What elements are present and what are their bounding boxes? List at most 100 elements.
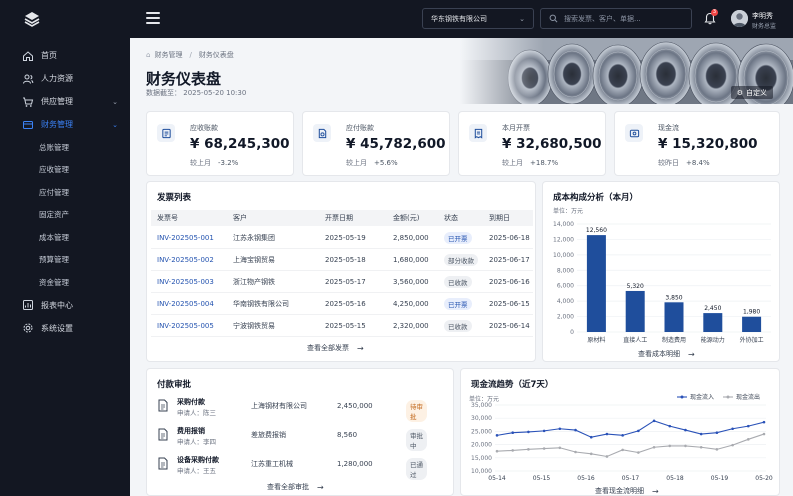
invoice-no-cell[interactable]: INV-202505-001 (157, 227, 214, 248)
topbar: 华东钢铁有限公司 ⌄ 搜索发票、客户、单据... 3 李明秀 财务总监 (130, 0, 793, 38)
company-select[interactable]: 华东钢铁有限公司 ⌄ (422, 8, 534, 29)
bar (742, 316, 762, 332)
logo-icon (24, 12, 40, 27)
invoice-no-cell[interactable]: INV-202505-003 (157, 271, 214, 292)
series-point (511, 431, 515, 435)
finance-icon (22, 119, 34, 131)
approval-row[interactable]: 费用报销 申请人：李四 差旅费报销 8,560 审批中 (157, 423, 427, 452)
invoice-no-cell[interactable]: INV-202505-002 (157, 249, 214, 270)
menu-icon[interactable] (146, 12, 160, 24)
document-icon (158, 399, 168, 412)
payable-icon (313, 124, 331, 142)
sidebar-sub-fixed-assets[interactable]: 固定资产 (0, 204, 130, 227)
view-cost-detail-link[interactable]: 查看成本明细 → (638, 349, 695, 359)
col-header: 金额(元) (393, 214, 420, 222)
kpi-label: 应付账款 (346, 124, 374, 132)
arrow-right-icon: → (652, 486, 659, 496)
home-small-icon: ⌂ (146, 51, 151, 59)
table-row[interactable]: INV-202505-003 浙江物产钢铁 2025-05-17 3,560,000 已… (151, 271, 533, 293)
cashflow-panel: 现金流趋势（近7天） 单位：万元 10,000 15,000 20,000 25,000… (460, 368, 780, 496)
view-all-approvals-link[interactable]: 查看全部审批 → (267, 482, 324, 492)
status-badge: 已收款 (444, 275, 472, 288)
search-input[interactable]: 搜索发票、客户、单据... (540, 8, 692, 29)
report-icon (22, 299, 34, 311)
invoice-date-cell: 2025-05-18 (325, 255, 366, 264)
sidebar-sub-payable[interactable]: 应付管理 (0, 181, 130, 204)
sidebar-sub-receivable[interactable]: 应收管理 (0, 159, 130, 182)
approval-requester: 申请人：王五 (177, 467, 216, 475)
invoice-amount-cell: 2,850,000 (393, 233, 429, 242)
approval-amount: 2,450,000 (337, 402, 373, 410)
sidebar-item-home[interactable]: 首页 (0, 44, 130, 67)
col-header: 开票日期 (325, 214, 353, 222)
sidebar-sub-funds[interactable]: 资金管理 (0, 271, 130, 294)
breadcrumb-item-finance[interactable]: 财务管理 (154, 50, 182, 60)
sidebar-item-label: 报表中心 (41, 300, 73, 310)
table-row[interactable]: INV-202505-001 江苏永钢集团 2025-05-19 2,850,000 已… (151, 227, 533, 249)
sidebar-sub-budget[interactable]: 预算管理 (0, 249, 130, 272)
sidebar-sub-cost[interactable]: 成本管理 (0, 226, 130, 249)
status-cell: 已收款 (444, 315, 472, 336)
series-point (684, 444, 687, 448)
x-tick-label: 外协加工 (740, 336, 764, 344)
series-point (589, 435, 593, 439)
sidebar-item-hr[interactable]: 人力资源 (0, 67, 130, 90)
logo[interactable] (0, 0, 130, 38)
invoice-no-cell[interactable]: INV-202505-004 (157, 293, 214, 314)
table-row[interactable]: INV-202505-005 宁波钢铁贸易 2025-05-15 2,320,000 已… (151, 315, 533, 337)
invoice-no-cell[interactable]: INV-202505-005 (157, 315, 214, 336)
table-row[interactable]: INV-202505-002 上海宝钢贸易 2025-05-18 1,680,000 部… (151, 249, 533, 271)
sidebar-item-supply[interactable]: 供应管理 ⌄ (0, 90, 130, 113)
bar-data-label: 12,560 (586, 227, 607, 234)
sidebar-item-label: 首页 (41, 51, 57, 60)
series-point (558, 427, 562, 431)
series-line (496, 420, 765, 438)
kpi-change: 较昨日 +8.4% (658, 158, 710, 168)
invoice-date-cell: 2025-05-17 (325, 277, 366, 286)
arrow-right-icon: → (688, 349, 695, 359)
bar (625, 290, 645, 332)
user-name[interactable]: 李明秀 (752, 11, 773, 21)
view-all-invoices-link[interactable]: 查看全部发票 → (307, 343, 364, 353)
sidebar-sub-ledger[interactable]: 总账管理 (0, 136, 130, 159)
customize-button[interactable]: ⚙ 自定义 (730, 86, 773, 99)
bar-data-label: 5,320 (627, 283, 644, 290)
series-point (715, 431, 719, 435)
legend-label: 现金流入 (690, 393, 714, 401)
approval-company: 差旅费报销 (251, 431, 286, 439)
data-timestamp: 数据截至： 2025-05-20 10:30 (146, 88, 246, 98)
sidebar-item-label: 人力资源 (41, 74, 73, 83)
kpi-change: 较上月 -3.2% (190, 158, 238, 168)
approval-row[interactable]: 采购付款 申请人：陈三 上海钢材有限公司 2,450,000 待审批 (157, 394, 427, 423)
x-tick-label: 能源动力 (701, 336, 725, 344)
breadcrumb: ⌂ 财务管理 / 财务仪表盘 (146, 50, 234, 60)
invoice-customer-cell: 江苏永钢集团 (233, 233, 275, 242)
kpi-card-receivable[interactable]: 应收账款 ¥ 68,245,300 较上月 -3.2% (146, 111, 294, 176)
sidebar-item-settings[interactable]: 系统设置 (0, 317, 130, 340)
col-header: 到期日 (489, 214, 510, 222)
table-row[interactable]: INV-202505-004 华南钢铁有限公司 2025-05-16 4,250,00… (151, 293, 533, 315)
sidebar-item-finance[interactable]: 财务管理 ⌄ (0, 113, 130, 136)
invoice-customer-cell: 浙江物产钢铁 (233, 277, 275, 286)
sidebar-item-label: 财务管理 (41, 120, 73, 129)
kpi-card-invoiced[interactable]: 本月开票 ¥ 32,680,500 较上月 +18.7% (458, 111, 606, 176)
approval-row[interactable]: 设备采购付款 申请人：王五 江苏重工机械 1,280,000 已通过 (157, 452, 427, 481)
series-point (762, 432, 766, 436)
series-point (699, 445, 703, 449)
invoice-due-cell: 2025-06-17 (489, 255, 530, 264)
kpi-label: 现金流 (658, 124, 679, 132)
cost-panel-title: 成本构成分析（本月） (553, 193, 639, 203)
arrow-right-icon: → (317, 482, 324, 492)
invoice-due-cell: 2025-06-16 (489, 277, 530, 286)
view-cashflow-detail-link[interactable]: 查看现金流明细 → (595, 486, 659, 496)
kpi-card-cashflow[interactable]: 现金流 ¥ 15,320,800 较昨日 +8.4% (614, 111, 780, 176)
avatar[interactable] (731, 10, 748, 27)
kpi-card-payable[interactable]: 应付账款 ¥ 45,782,600 较上月 +5.6% (302, 111, 450, 176)
approvals-panel: 付款审批 采购付款 申请人：陈三 上海钢材有限公司 2,450,000 待审批 费用报销申… (146, 368, 454, 496)
kpi-value: ¥ 68,245,300 (190, 136, 290, 152)
sidebar-item-reports[interactable]: 报表中心 (0, 294, 130, 317)
invoice-icon (469, 124, 487, 142)
series-point (542, 429, 546, 433)
series-point (668, 444, 672, 448)
y-tick-label: 20,000 (471, 442, 492, 449)
